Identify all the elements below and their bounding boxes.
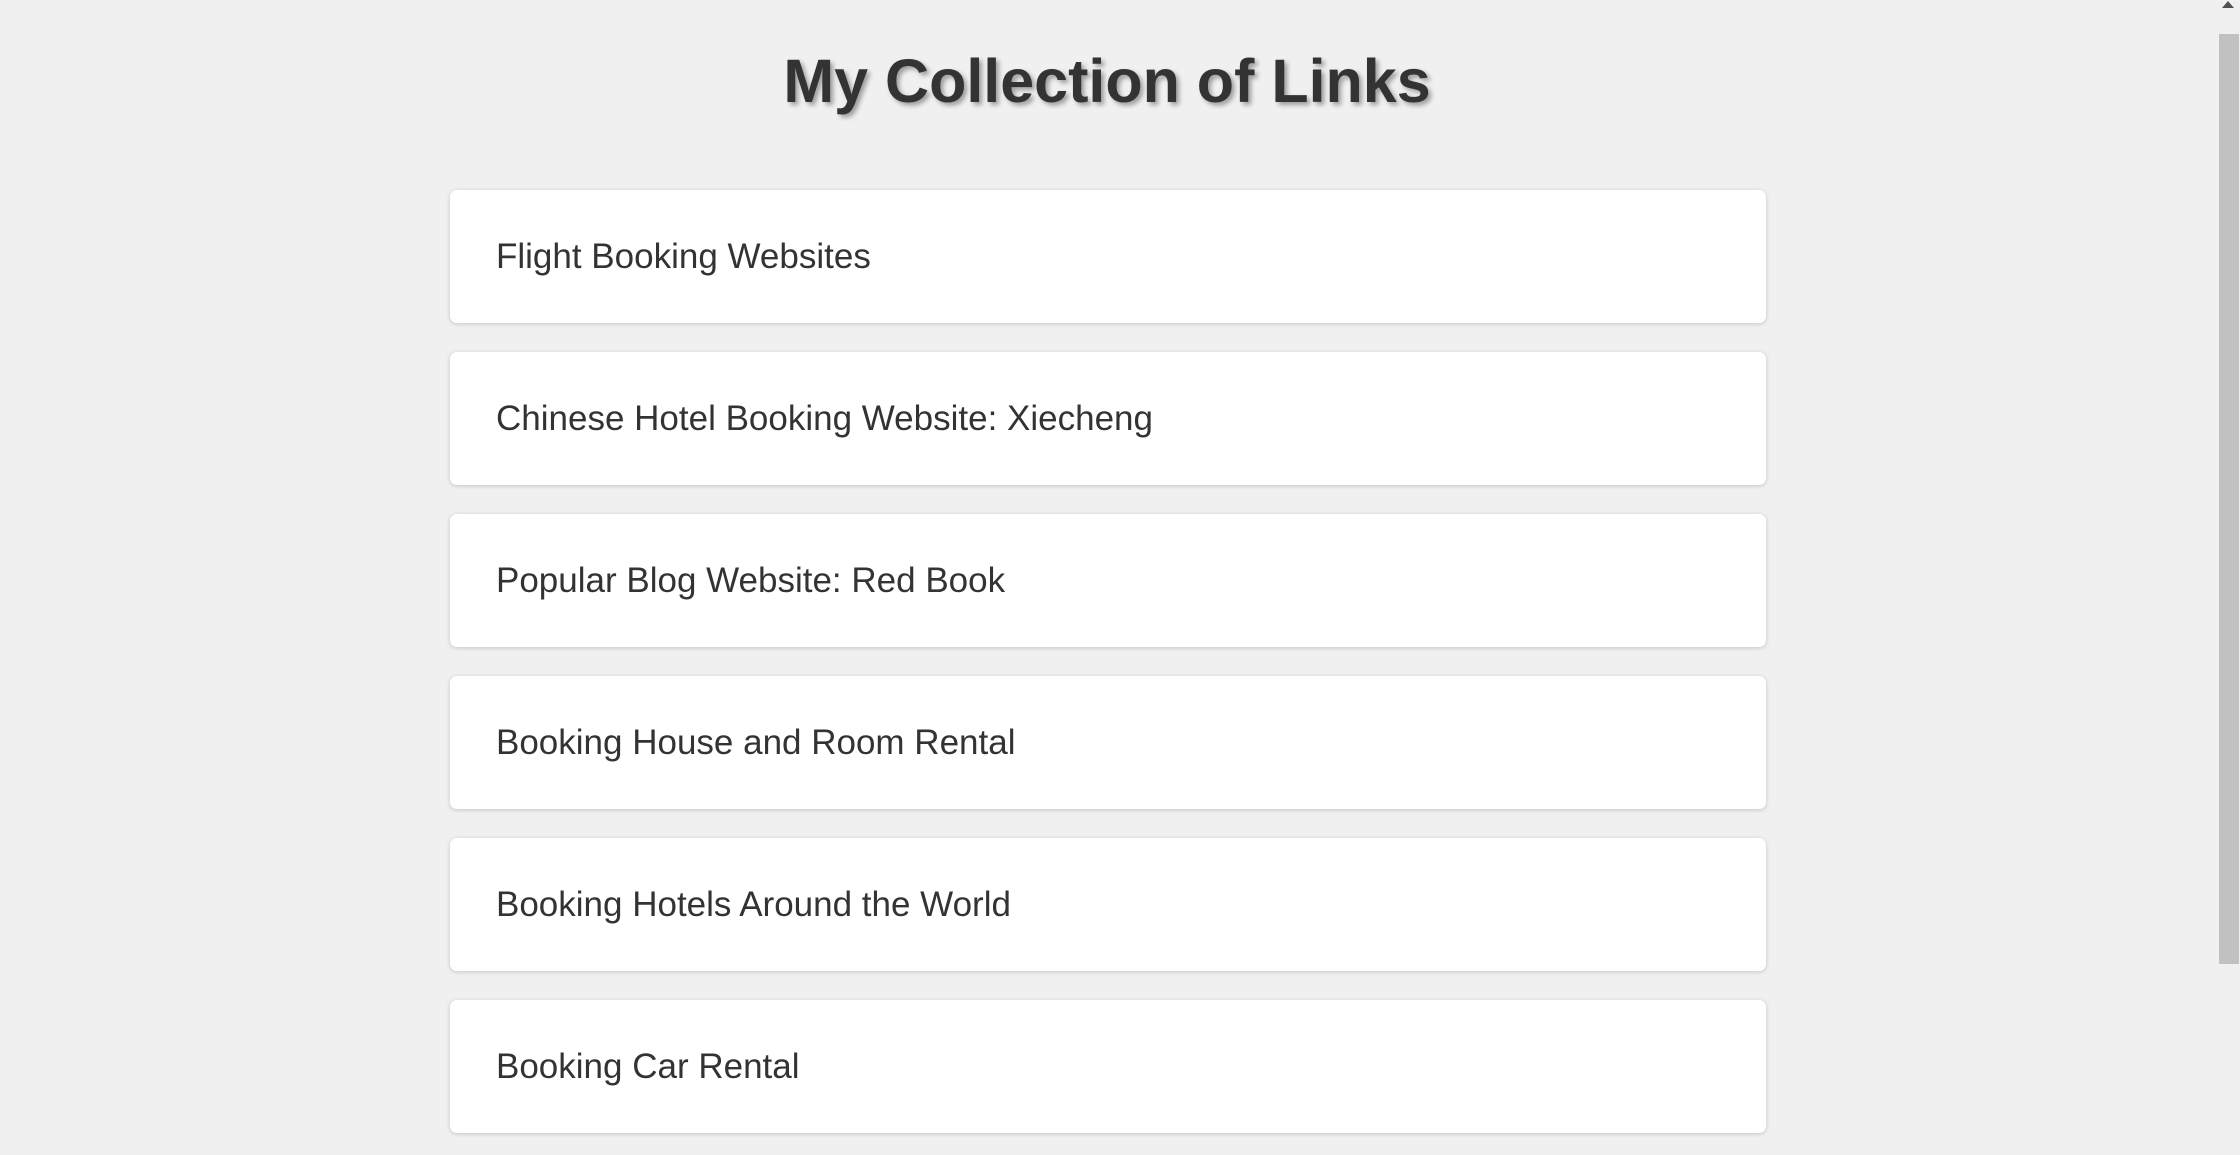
link-label[interactable]: Flight Booking Websites	[496, 237, 871, 277]
link-card-flight-booking[interactable]: Flight Booking Websites	[450, 190, 1766, 323]
page-title: My Collection of Links	[783, 47, 1431, 115]
scroll-up-arrow-icon[interactable]	[2222, 1, 2234, 8]
vertical-scrollbar[interactable]	[2216, 0, 2240, 1155]
link-list: Flight Booking Websites Chinese Hotel Bo…	[450, 190, 1766, 1155]
link-label[interactable]: Popular Blog Website: Red Book	[496, 561, 1005, 601]
page: My Collection of Links Flight Booking We…	[0, 0, 2240, 1155]
link-card-chinese-hotel-booking[interactable]: Chinese Hotel Booking Website: Xiecheng	[450, 352, 1766, 485]
scroll-thumb[interactable]	[2219, 34, 2239, 964]
link-card-hotels-world[interactable]: Booking Hotels Around the World	[450, 838, 1766, 971]
link-label[interactable]: Chinese Hotel Booking Website: Xiecheng	[496, 399, 1153, 439]
link-label[interactable]: Booking Hotels Around the World	[496, 885, 1011, 925]
link-card-car-rental[interactable]: Booking Car Rental	[450, 1000, 1766, 1133]
link-label[interactable]: Booking Car Rental	[496, 1047, 800, 1087]
link-card-house-room-rental[interactable]: Booking House and Room Rental	[450, 676, 1766, 809]
link-card-popular-blog[interactable]: Popular Blog Website: Red Book	[450, 514, 1766, 647]
link-label[interactable]: Booking House and Room Rental	[496, 723, 1015, 763]
